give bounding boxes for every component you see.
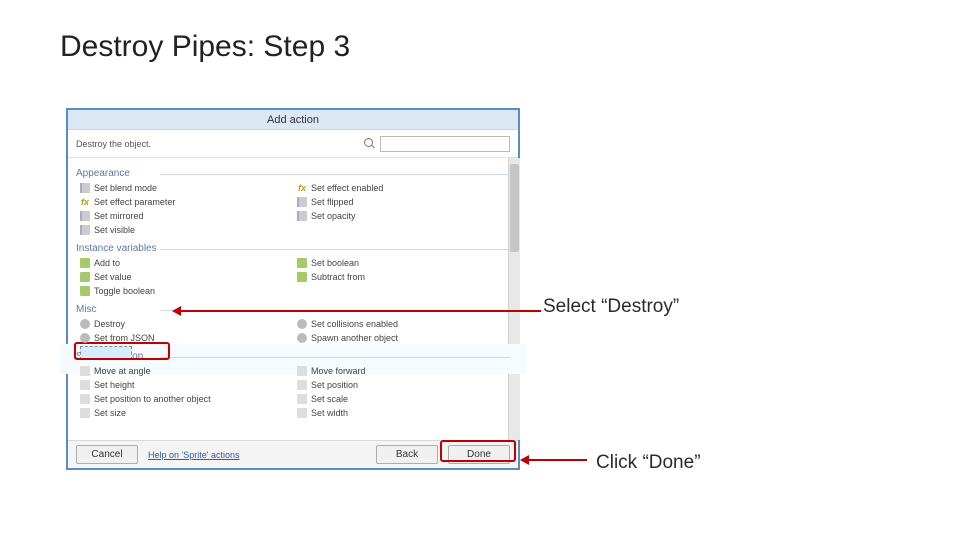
search-input[interactable] (380, 136, 510, 152)
action-subtract-from[interactable]: Subtract from (293, 270, 510, 284)
item-label: Add to (94, 258, 120, 268)
gear-icon (297, 333, 307, 343)
action-set-flipped[interactable]: Set flipped (293, 195, 510, 209)
item-label: Set collisions enabled (311, 319, 398, 329)
action-set-position-to-another-object[interactable]: Set position to another object (76, 392, 293, 406)
bar-icon (80, 183, 90, 193)
slide-title: Destroy Pipes: Step 3 (60, 30, 350, 64)
item-label: Set size (94, 408, 126, 418)
action-set-blend-mode[interactable]: Set blend mode (76, 181, 293, 195)
tag-icon (297, 272, 307, 282)
item-label: Set effect enabled (311, 183, 383, 193)
fx-icon: fx (297, 183, 307, 193)
bar-icon (80, 211, 90, 221)
help-link[interactable]: Help on 'Sprite' actions (148, 450, 240, 460)
group-instance-header: Instance variables (76, 243, 510, 254)
dialog-body: Appearance Set blend mode fx Set effect p… (68, 158, 518, 420)
action-toggle-boolean[interactable]: Toggle boolean (76, 284, 293, 298)
action-add-to[interactable]: Add to (76, 256, 293, 270)
callout-click-done: Click “Done” (596, 452, 701, 474)
bar-icon (80, 225, 90, 235)
dialog-header-row: Destroy the object. (68, 130, 518, 158)
tag-icon (297, 258, 307, 268)
action-destroy[interactable]: Destroy (76, 317, 293, 331)
action-set-boolean[interactable]: Set boolean (293, 256, 510, 270)
dash-icon (297, 394, 307, 404)
gear-icon (297, 319, 307, 329)
fx-icon: fx (80, 197, 90, 207)
dash-icon (297, 380, 307, 390)
item-label: Destroy (94, 319, 125, 329)
item-label: Set position (311, 380, 358, 390)
dash-icon (297, 408, 307, 418)
item-label: Set blend mode (94, 183, 157, 193)
action-move-at-angle[interactable]: Move at angle (76, 364, 293, 378)
action-set-collisions-enabled[interactable]: Set collisions enabled (293, 317, 510, 331)
action-set-effect-enabled[interactable]: fx Set effect enabled (293, 181, 510, 195)
action-set-scale[interactable]: Set scale (293, 392, 510, 406)
tag-icon (80, 286, 90, 296)
bar-icon (297, 211, 307, 221)
tag-icon (80, 272, 90, 282)
action-set-opacity[interactable]: Set opacity (293, 209, 510, 223)
dash-icon (80, 366, 90, 376)
dash-icon (297, 366, 307, 376)
item-label: Set visible (94, 225, 135, 235)
action-set-value[interactable]: Set value (76, 270, 293, 284)
item-label: Spawn another object (311, 333, 398, 343)
item-label: Set effect parameter (94, 197, 175, 207)
gear-icon (80, 319, 90, 329)
action-set-height[interactable]: Set height (76, 378, 293, 392)
group-appearance-header: Appearance (76, 168, 510, 179)
tag-icon (80, 258, 90, 268)
dash-icon (80, 380, 90, 390)
action-spawn-another-object[interactable]: Spawn another object (293, 331, 510, 345)
item-label: Move at angle (94, 366, 151, 376)
item-label: Set width (311, 408, 348, 418)
dash-icon (80, 408, 90, 418)
item-label: Toggle boolean (94, 286, 155, 296)
item-label: Set position to another object (94, 394, 211, 404)
item-label: Move forward (311, 366, 366, 376)
action-set-visible[interactable]: Set visible (76, 223, 293, 237)
action-set-width[interactable]: Set width (293, 406, 510, 420)
callout-select-destroy: Select “Destroy” (543, 296, 679, 318)
item-label: Set value (94, 272, 132, 282)
action-set-position[interactable]: Set position (293, 378, 510, 392)
cancel-button[interactable]: Cancel (76, 445, 138, 464)
dash-icon (80, 394, 90, 404)
action-set-mirrored[interactable]: Set mirrored (76, 209, 293, 223)
add-action-dialog: Add action Destroy the object. Appearanc… (66, 108, 520, 470)
action-move-forward[interactable]: Move forward (293, 364, 510, 378)
item-label: Set height (94, 380, 135, 390)
item-label: Set mirrored (94, 211, 144, 221)
gear-icon (80, 333, 90, 343)
search-icon (364, 138, 376, 150)
item-label: Set scale (311, 394, 348, 404)
arrow-done-head (520, 455, 529, 465)
dialog-title: Add action (68, 110, 518, 130)
item-label: Set from JSON (94, 333, 155, 343)
action-set-from-json[interactable]: Set from JSON (76, 331, 293, 345)
back-button[interactable]: Back (376, 445, 438, 464)
action-set-effect-parameter[interactable]: fx Set effect parameter (76, 195, 293, 209)
action-set-size[interactable]: Set size (76, 406, 293, 420)
group-misc-header: Misc (76, 304, 510, 315)
item-label: Subtract from (311, 272, 365, 282)
dialog-description: Destroy the object. (76, 139, 364, 149)
item-label: Set opacity (311, 211, 356, 221)
bar-icon (297, 197, 307, 207)
item-label: Set boolean (311, 258, 359, 268)
item-label: Set flipped (311, 197, 354, 207)
done-button[interactable]: Done (448, 445, 510, 464)
dialog-footer: Cancel Help on 'Sprite' actions Back Don… (68, 440, 518, 468)
group-sizepos-header: Size & Position (76, 351, 510, 362)
arrow-done (527, 459, 587, 461)
